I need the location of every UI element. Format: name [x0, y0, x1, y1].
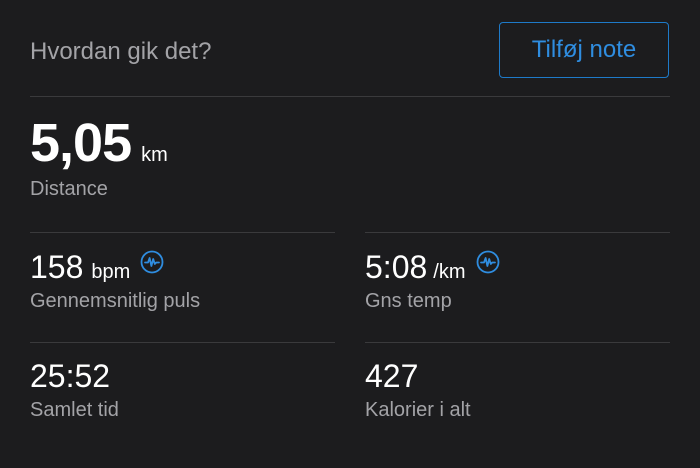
avg-pace-value: 5:08 /km [365, 249, 500, 286]
heart-rate-zone-icon[interactable] [140, 250, 164, 274]
heart-rate-number: 158 [30, 249, 84, 285]
total-time-label: Samlet tid [30, 399, 119, 421]
row-divider-left-2 [30, 342, 335, 343]
header-divider [30, 96, 670, 97]
distance-number: 5,05 [30, 113, 132, 173]
distance-value: 5,05 km [30, 112, 168, 174]
total-time-number: 25:52 [30, 358, 111, 394]
calories-value: 427 [365, 358, 418, 395]
row-divider-right-1 [365, 232, 670, 233]
pace-unit: /km [433, 261, 466, 283]
avg-pace-label: Gns temp [365, 290, 452, 312]
distance-label: Distance [30, 178, 108, 200]
avg-heart-rate-value: 158 bpm [30, 249, 164, 286]
row-divider-right-2 [365, 342, 670, 343]
calories-number: 427 [365, 358, 419, 394]
row-divider-left-1 [30, 232, 335, 233]
total-time-value: 25:52 [30, 358, 110, 395]
pace-zone-icon[interactable] [476, 250, 500, 274]
summary-header: Hvordan gik det? Tilføj note [0, 0, 700, 96]
heart-rate-unit: bpm [91, 261, 131, 283]
add-note-button[interactable]: Tilføj note [499, 22, 669, 78]
avg-heart-rate-label: Gennemsnitlig puls [30, 290, 201, 312]
pace-number: 5:08 [365, 249, 428, 285]
calories-label: Kalorier i alt [365, 399, 471, 421]
how-did-it-go-prompt: Hvordan gik det? [30, 38, 212, 65]
distance-unit: km [141, 144, 168, 166]
